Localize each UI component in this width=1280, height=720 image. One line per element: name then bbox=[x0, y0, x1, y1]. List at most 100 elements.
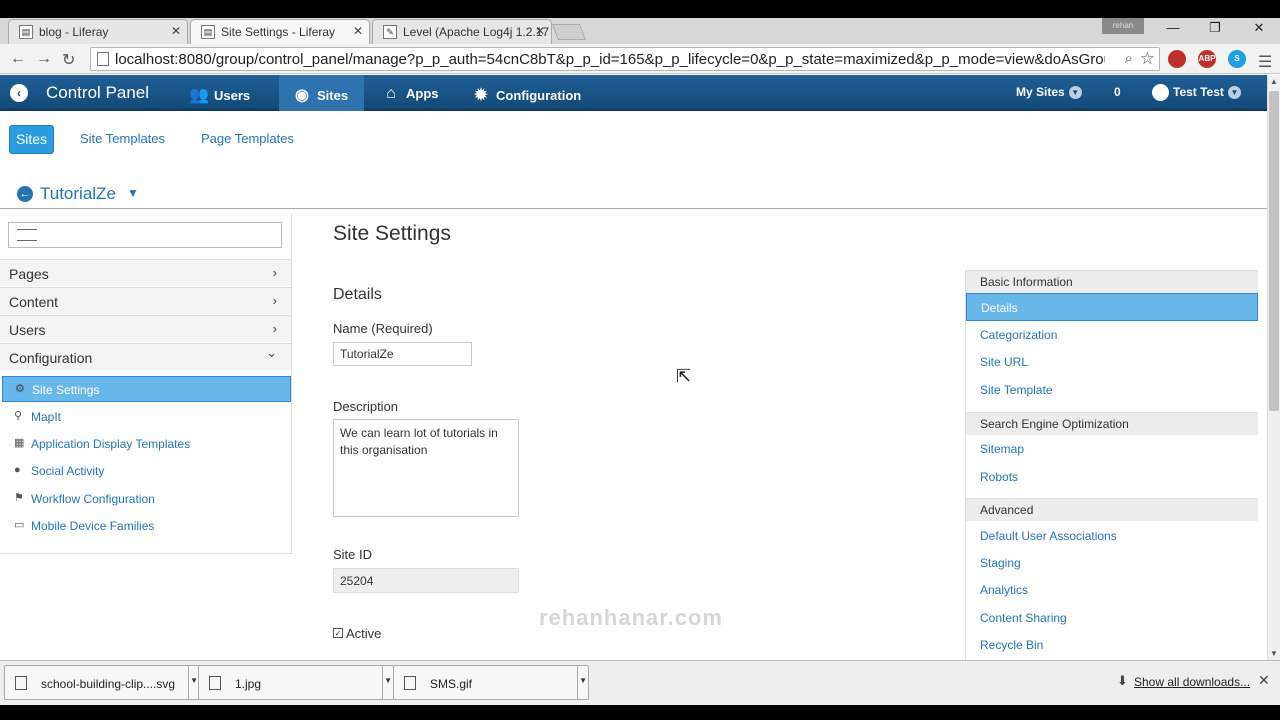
window-close-icon[interactable]: ✕ bbox=[1244, 20, 1274, 36]
section-basic-information: Basic Information bbox=[966, 270, 1258, 293]
tab-site-settings[interactable]: ▤ Site Settings - Liferay ✕ bbox=[190, 19, 370, 44]
page-icon bbox=[97, 52, 109, 66]
name-field[interactable]: TutorialZe bbox=[333, 342, 472, 366]
mobile-icon: ▭ bbox=[14, 519, 25, 531]
chevron-down-icon[interactable]: ▼ bbox=[384, 676, 392, 685]
sites-button[interactable]: Sites bbox=[9, 125, 54, 154]
download-item[interactable]: school-building-clip....svg ▼ bbox=[4, 665, 200, 700]
nav-application-display-templates[interactable]: ▦ Application Display Templates bbox=[2, 431, 291, 457]
divider bbox=[382, 666, 383, 699]
adblock-icon[interactable]: ABP bbox=[1198, 50, 1216, 68]
control-panel-title[interactable]: Control Panel bbox=[46, 83, 149, 103]
my-sites-menu[interactable]: My Sites ▼ bbox=[1016, 85, 1082, 100]
accordion-pages[interactable]: Pages › bbox=[0, 259, 291, 286]
nav-content-sharing[interactable]: Content Sharing bbox=[966, 604, 1258, 632]
description-textarea[interactable]: We can learn lot of tutorials in this or… bbox=[333, 419, 519, 517]
nav-analytics[interactable]: Analytics bbox=[966, 576, 1258, 604]
nav-categorization[interactable]: Categorization bbox=[966, 321, 1258, 349]
nav-staging[interactable]: Staging bbox=[966, 549, 1258, 577]
chevron-down-icon[interactable]: ▼ bbox=[127, 186, 139, 200]
chevron-down-icon: ▼ bbox=[1068, 86, 1082, 100]
screen-edge bbox=[0, 705, 1280, 720]
site-name[interactable]: TutorialZe bbox=[40, 184, 116, 204]
nav-site-settings[interactable]: ⚙ Site Settings bbox=[2, 376, 291, 402]
dock-apps-label: Apps bbox=[406, 86, 439, 101]
tab-title: Level (Apache Log4j 1.2.17 bbox=[403, 25, 550, 39]
url-text[interactable]: localhost:8080/group/control_panel/manag… bbox=[115, 51, 1105, 68]
close-icon[interactable]: ✕ bbox=[535, 24, 545, 38]
nav-site-url[interactable]: Site URL bbox=[966, 348, 1258, 376]
active-checkbox[interactable]: ✓ bbox=[333, 628, 343, 638]
url-bar[interactable]: localhost:8080/group/control_panel/manag… bbox=[90, 47, 1160, 71]
nav-label: MapIt bbox=[31, 410, 62, 424]
dock-apps[interactable]: ⌂ Apps bbox=[380, 75, 449, 111]
section-seo: Search Engine Optimization bbox=[966, 412, 1258, 435]
chevron-right-icon: › bbox=[272, 265, 277, 280]
dock-sites[interactable]: ◉ Sites bbox=[279, 75, 364, 111]
forward-arrow-icon[interactable]: → bbox=[36, 50, 52, 68]
close-icon[interactable]: ✕ bbox=[353, 24, 363, 38]
tab-log4j[interactable]: ✎ Level (Apache Log4j 1.2.17 ✕ bbox=[372, 19, 552, 44]
active-label[interactable]: Active bbox=[346, 626, 381, 641]
nav-mapit[interactable]: ⚲ MapIt bbox=[2, 404, 291, 430]
chevron-down-icon[interactable]: ▼ bbox=[579, 676, 587, 685]
nav-label: Social Activity bbox=[31, 464, 105, 478]
browser-menu-icon[interactable]: ☰ bbox=[1258, 52, 1272, 72]
accordion-users[interactable]: Users › bbox=[0, 315, 291, 342]
dock-users-label: Users bbox=[214, 88, 251, 103]
show-all-downloads-link[interactable]: Show all downloads... bbox=[1134, 675, 1250, 689]
filter-input[interactable] bbox=[8, 222, 282, 248]
nav-workflow-configuration[interactable]: ⚑ Workflow Configuration bbox=[2, 486, 291, 512]
nav-sitemap[interactable]: Sitemap bbox=[966, 435, 1258, 463]
nav-mobile-device-families[interactable]: ▭ Mobile Device Families bbox=[2, 513, 291, 539]
minimize-icon[interactable]: — bbox=[1158, 20, 1188, 35]
details-heading: Details bbox=[333, 286, 382, 303]
page-favicon-icon: ✎ bbox=[383, 25, 397, 39]
vertical-scrollbar[interactable]: ▲ ▼ bbox=[1267, 75, 1280, 660]
zoom-icon[interactable]: ⌕ bbox=[1125, 50, 1133, 67]
download-item[interactable]: SMS.gif ▼ bbox=[393, 665, 589, 700]
dock-configuration-label: Configuration bbox=[496, 88, 582, 103]
dock-users[interactable]: 👥 Users bbox=[188, 75, 260, 111]
accordion-label: Configuration bbox=[9, 350, 93, 366]
user-menu[interactable]: Test Test ▼ bbox=[1173, 85, 1241, 100]
back-arrow-icon[interactable]: ← bbox=[17, 186, 33, 202]
back-circle-icon[interactable]: ‹ bbox=[10, 84, 28, 102]
scroll-thumb[interactable] bbox=[1269, 91, 1279, 411]
chevron-down-icon[interactable]: ▼ bbox=[190, 676, 198, 685]
skype-icon[interactable]: S bbox=[1228, 50, 1246, 68]
chevron-right-icon: › bbox=[272, 293, 277, 308]
bookmark-star-icon[interactable]: ☆ bbox=[1140, 49, 1155, 69]
download-item[interactable]: 1.jpg ▼ bbox=[198, 665, 394, 700]
download-filename: 1.jpg bbox=[235, 677, 262, 691]
scroll-down-icon[interactable]: ▼ bbox=[1270, 649, 1278, 658]
close-icon[interactable]: ✕ bbox=[1258, 672, 1270, 689]
dock-configuration[interactable]: ✹ Configuration bbox=[470, 75, 591, 111]
page-favicon-icon: ▤ bbox=[201, 25, 215, 39]
page-favicon-icon: ▤ bbox=[19, 25, 33, 39]
nav-site-template[interactable]: Site Template bbox=[966, 376, 1258, 404]
close-icon[interactable]: ✕ bbox=[171, 24, 181, 38]
site-templates-link[interactable]: Site Templates bbox=[80, 131, 165, 146]
accordion-configuration[interactable]: Configuration ⌄ bbox=[0, 343, 291, 370]
nav-robots[interactable]: Robots bbox=[966, 463, 1258, 491]
tab-blog[interactable]: ▤ blog - Liferay ✕ bbox=[8, 19, 188, 44]
scroll-up-icon[interactable]: ▲ bbox=[1270, 77, 1278, 86]
restore-icon[interactable]: ❐ bbox=[1200, 20, 1230, 36]
nav-recycle-bin[interactable]: Recycle Bin bbox=[966, 631, 1258, 659]
opera-icon[interactable] bbox=[1168, 50, 1186, 68]
notification-count[interactable]: 0 bbox=[1114, 85, 1121, 99]
window-user-label: rehan bbox=[1102, 18, 1144, 34]
back-arrow-icon[interactable]: ← bbox=[10, 50, 26, 68]
users-icon: 👥 bbox=[189, 87, 209, 104]
avatar[interactable] bbox=[1152, 84, 1169, 101]
nav-default-user-associations[interactable]: Default User Associations bbox=[966, 522, 1258, 550]
nav-details[interactable]: Details bbox=[966, 293, 1258, 321]
accordion-content[interactable]: Content › bbox=[0, 287, 291, 314]
reload-icon[interactable]: ↻ bbox=[62, 50, 75, 70]
page-templates-link[interactable]: Page Templates bbox=[201, 131, 294, 146]
site-id-value: 25204 bbox=[333, 568, 519, 593]
nav-social-activity[interactable]: ● Social Activity bbox=[2, 458, 291, 484]
new-tab-button[interactable] bbox=[552, 24, 586, 40]
address-toolbar: ← → ↻ localhost:8080/group/control_panel… bbox=[0, 44, 1280, 74]
